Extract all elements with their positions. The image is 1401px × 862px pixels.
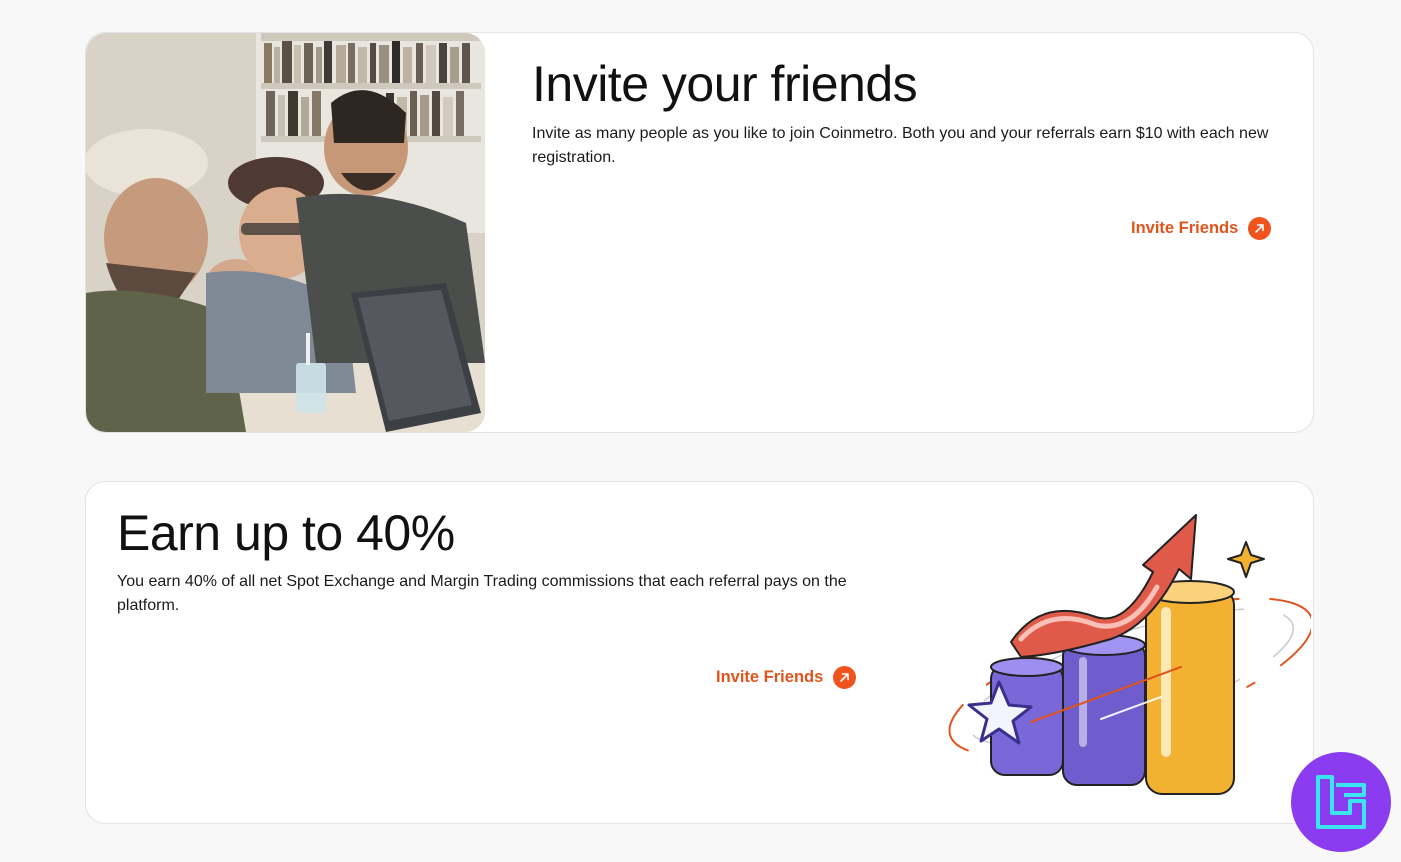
earn-commission-card: Earn up to 40% You earn 40% of all net S… bbox=[85, 481, 1314, 824]
growth-chart-illustration bbox=[921, 507, 1313, 807]
arrow-up-right-icon bbox=[1248, 217, 1272, 240]
invite-friends-button-label: Invite Friends bbox=[1131, 219, 1239, 237]
invite-friends-button[interactable]: Invite Friends bbox=[1131, 217, 1272, 240]
invite-friends-description: Invite as many people as you like to joi… bbox=[532, 125, 1269, 166]
invite-friends-button-secondary[interactable]: Invite Friends bbox=[716, 666, 857, 689]
brand-logo-icon[interactable] bbox=[1291, 752, 1391, 852]
friends-photo bbox=[86, 33, 485, 432]
invite-friends-card: Invite your friends Invite as many peopl… bbox=[85, 32, 1314, 433]
earn-commission-description: You earn 40% of all net Spot Exchange an… bbox=[117, 573, 847, 614]
earn-commission-title: Earn up to 40% bbox=[117, 505, 455, 561]
invite-friends-button-label: Invite Friends bbox=[716, 668, 824, 686]
invite-friends-title: Invite your friends bbox=[532, 56, 918, 112]
arrow-up-right-icon bbox=[833, 666, 857, 689]
